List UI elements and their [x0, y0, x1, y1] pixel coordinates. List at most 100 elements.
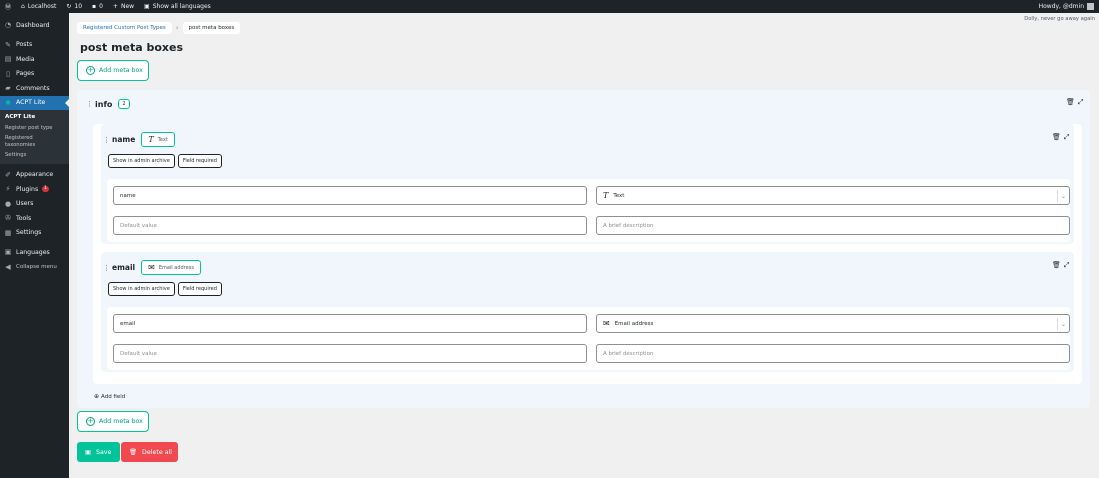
media-icon: ▤ — [4, 55, 12, 64]
trash-icon[interactable]: 🗑 — [1052, 133, 1061, 142]
field-options: Show in admin archive Field required — [108, 282, 222, 296]
drag-handle-icon[interactable]: ⋮ — [103, 136, 110, 144]
meta-box-panel: ⋮ info 2 🗑 ⤢ ⋮ name T Text 🗑 ⤢ Show in a… — [77, 90, 1090, 408]
settings-icon: ▦ — [4, 228, 12, 237]
site-name-menu[interactable]: ⌂ Localhost — [16, 0, 61, 13]
comment-icon: ▪ — [92, 3, 97, 10]
field-required-toggle[interactable]: Field required — [177, 154, 222, 168]
field-required-toggle[interactable]: Field required — [177, 282, 222, 296]
submenu-register-post-type[interactable]: Register post type — [0, 123, 69, 134]
admin-bar: Ⓦ ⌂ Localhost ↻ 10 ▪ 0 + New ▣ Show all langu… — [0, 0, 1099, 13]
add-meta-box-button-bottom[interactable]: + Add meta box — [77, 411, 149, 432]
comment-icon: ▰ — [5, 84, 11, 93]
acpt-submenu: ACPT Lite Register post type Registered … — [0, 110, 69, 164]
wp-logo-menu[interactable]: Ⓦ — [0, 0, 16, 13]
comments-menu[interactable]: ▪ 0 — [87, 0, 108, 13]
updates-menu[interactable]: ↻ 10 — [61, 0, 87, 13]
field-actions: 🗑 ⤢ — [1052, 261, 1070, 270]
show-in-archive-toggle[interactable]: Show in admin archive — [108, 282, 175, 296]
plugin-icon: ⚡ — [5, 185, 11, 194]
brush-icon: ✐ — [5, 170, 11, 179]
field-name-input[interactable]: name — [113, 186, 587, 205]
field-name-label: name — [112, 135, 136, 144]
trash-icon[interactable]: 🗑 — [1066, 98, 1075, 107]
menu-tools[interactable]: ✇ Tools — [0, 211, 69, 226]
submenu-settings[interactable]: Settings — [0, 150, 69, 161]
trash-icon[interactable]: 🗑 — [1052, 261, 1061, 270]
expand-icon[interactable]: ⤢ — [1064, 133, 1070, 142]
submenu-acpt-lite[interactable]: ACPT Lite — [0, 112, 69, 123]
field-type-select[interactable]: ✉ Email address ⌄ — [596, 314, 1070, 333]
field-type-chip: T Text — [141, 132, 175, 147]
languages-menu[interactable]: ▣ Show all languages — [139, 0, 216, 13]
collapse-menu-button[interactable]: ◀ Collapse menu — [0, 260, 69, 275]
hello-dolly-text: Dolly, never go away again — [1024, 16, 1095, 22]
acpt-logo-icon: ✺ — [5, 98, 11, 107]
submenu-registered-taxonomies[interactable]: Registered taxonomies — [0, 133, 40, 150]
field-card: ⋮ email ✉ Email address 🗑 ⤢ Show in admin… — [101, 252, 1074, 372]
drag-handle-icon[interactable]: ⋮ — [86, 100, 93, 108]
text-type-icon: T — [148, 135, 154, 144]
envelope-icon: ✉ — [148, 263, 155, 272]
translate-icon: ▣ — [144, 3, 150, 10]
chevron-right-icon: › — [175, 24, 179, 32]
save-button[interactable]: ▣ Save — [77, 442, 120, 462]
new-content-menu[interactable]: + New — [108, 0, 139, 13]
my-account-menu[interactable]: Howdy, @dmin — [1039, 3, 1099, 10]
menu-dashboard[interactable]: ◔ Dashboard — [0, 18, 69, 33]
meta-box-actions: 🗑 ⤢ — [1066, 98, 1084, 107]
field-card: ⋮ name T Text 🗑 ⤢ Show in admin archive F… — [101, 124, 1074, 244]
menu-posts[interactable]: ✎ Posts — [0, 38, 69, 53]
plugins-update-badge: 1 — [42, 186, 50, 193]
breadcrumb-current: post meta boxes — [182, 22, 241, 34]
menu-appearance[interactable]: ✐ Appearance — [0, 168, 69, 183]
updates-icon: ↻ — [66, 3, 72, 10]
menu-users[interactable]: ● Users — [0, 197, 69, 212]
menu-settings[interactable]: ▦ Settings — [0, 226, 69, 241]
menu-languages[interactable]: ▣ Languages — [0, 245, 69, 260]
menu-comments[interactable]: ▰ Comments — [0, 81, 69, 96]
expand-icon[interactable]: ⤢ — [1064, 261, 1070, 270]
menu-acpt-lite[interactable]: ✺ ACPT Lite — [0, 95, 69, 110]
admin-sidebar: ◔ Dashboard ✎ Posts ▤ Media ▯ Pages ▰ Comment… — [0, 13, 69, 478]
page-title: post meta boxes — [80, 41, 184, 54]
meta-box-header: ⋮ info 2 — [86, 99, 130, 109]
description-input[interactable]: A brief description — [596, 344, 1070, 363]
default-value-input[interactable]: Default value — [113, 216, 587, 235]
save-icon: ▣ — [85, 448, 91, 456]
delete-all-button[interactable]: 🗑 Delete all — [121, 442, 178, 462]
field-options: Show in admin archive Field required — [108, 154, 222, 168]
field-type-select[interactable]: T Text ⌄ — [596, 186, 1070, 205]
plus-icon: + — [112, 3, 118, 10]
fields-container: ⋮ name T Text 🗑 ⤢ Show in admin archive F… — [93, 124, 1082, 384]
expand-icon[interactable]: ⤢ — [1078, 98, 1084, 107]
description-input[interactable]: A brief description — [596, 216, 1070, 235]
field-name-input[interactable]: email — [113, 314, 587, 333]
show-in-archive-toggle[interactable]: Show in admin archive — [108, 154, 175, 168]
field-name-label: email — [112, 263, 136, 272]
collapse-icon: ◀ — [5, 262, 11, 271]
avatar — [1087, 3, 1094, 10]
dashboard-icon: ◔ — [4, 21, 12, 30]
menu-media[interactable]: ▤ Media — [0, 52, 69, 67]
menu-plugins[interactable]: ⚡ Plugins 1 — [0, 182, 69, 197]
breadcrumb-parent-link[interactable]: Registered Custom Post Types — [77, 22, 172, 34]
wrench-icon: ✇ — [5, 214, 11, 223]
trash-icon: 🗑 — [129, 449, 137, 456]
field-header: ⋮ email ✉ Email address — [103, 260, 201, 275]
users-icon: ● — [4, 199, 12, 208]
plus-circle-icon: + — [86, 417, 95, 426]
field-form: name T Text ⌄ Default value A brief desc… — [107, 179, 1070, 242]
wordpress-logo-icon: Ⓦ — [5, 4, 12, 11]
field-type-chip: ✉ Email address — [141, 260, 201, 275]
drag-handle-icon[interactable]: ⋮ — [103, 264, 110, 272]
page-icon: ▯ — [6, 69, 10, 78]
field-actions: 🗑 ⤢ — [1052, 133, 1070, 142]
field-count-badge: 2 — [118, 99, 130, 109]
menu-pages[interactable]: ▯ Pages — [0, 67, 69, 82]
add-meta-box-button-top[interactable]: + Add meta box — [77, 60, 149, 81]
plus-circle-icon: + — [86, 66, 95, 75]
default-value-input[interactable]: Default value — [113, 344, 587, 363]
add-field-button[interactable]: ⊕ Add field — [94, 393, 125, 400]
meta-box-title: info — [95, 99, 113, 109]
